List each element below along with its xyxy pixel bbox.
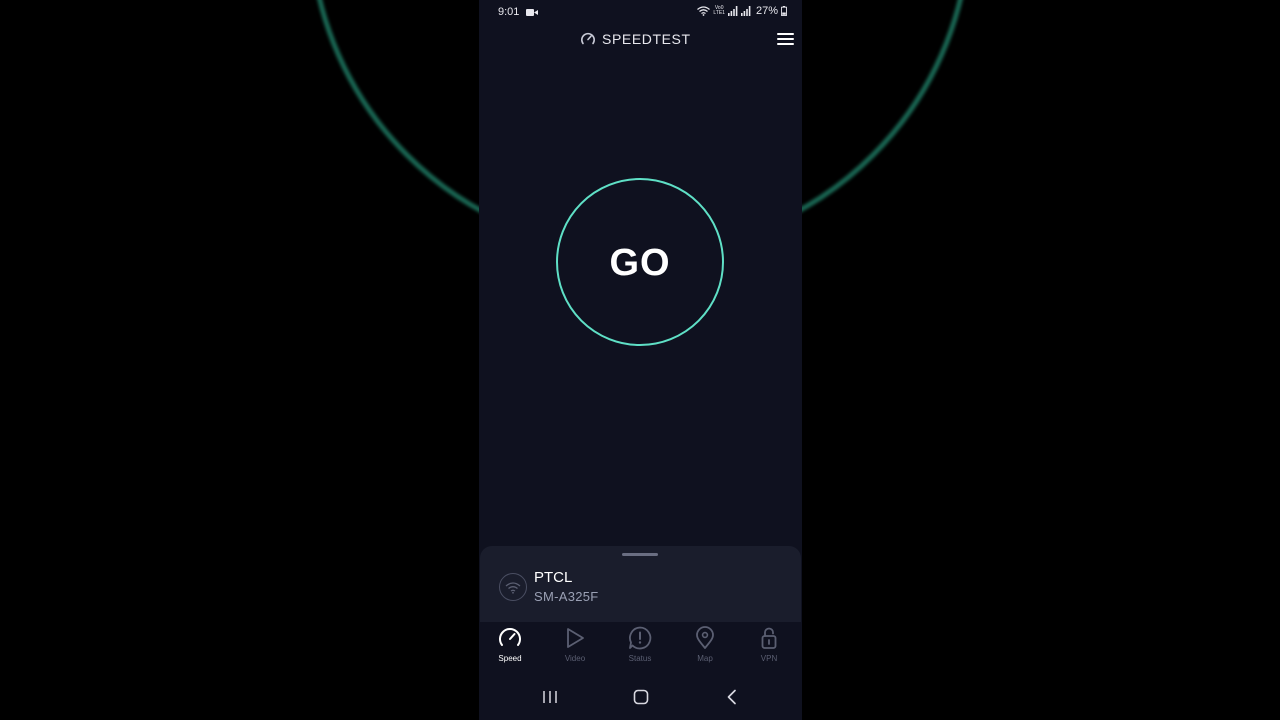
nav-item-video[interactable]: Video <box>545 626 605 672</box>
battery-percent: 27% <box>755 5 778 17</box>
alert-icon <box>629 626 652 650</box>
speedometer-icon <box>499 628 521 646</box>
go-button[interactable]: GO <box>556 178 724 346</box>
status-bar: 9:01 Vo0 LTE1 27% <box>479 0 802 26</box>
sheet-drag-handle[interactable] <box>622 553 658 556</box>
bottom-nav: Speed Video Status Map VPN <box>479 622 802 674</box>
back-icon <box>727 689 736 705</box>
home-button[interactable] <box>629 686 653 708</box>
app-title: SPEEDTEST <box>602 31 691 47</box>
wifi-status-icon <box>697 6 711 16</box>
back-button[interactable] <box>720 686 744 708</box>
screen-record-icon <box>526 9 538 16</box>
play-icon <box>567 628 584 648</box>
unlock-icon <box>761 627 777 649</box>
recent-apps-icon <box>543 691 557 703</box>
status-icons: Vo0 LTE1 27% <box>697 5 787 17</box>
volte-indicator: Vo0 LTE1 <box>713 6 725 16</box>
go-label: GO <box>609 241 671 284</box>
recent-apps-button[interactable] <box>538 686 562 708</box>
system-nav-bar <box>479 674 802 720</box>
nav-label-map: Map <box>697 654 713 663</box>
app-header: SPEEDTEST <box>479 28 802 52</box>
map-pin-icon <box>696 626 714 649</box>
nav-item-map[interactable]: Map <box>675 626 735 672</box>
signal-icon-2 <box>740 6 751 16</box>
device-name: SM-A325F <box>534 589 599 604</box>
nav-label-vpn: VPN <box>760 654 778 663</box>
home-icon <box>633 689 649 705</box>
volte-bottom: LTE1 <box>713 10 725 16</box>
connection-sheet[interactable]: PTCL SM-A325F <box>480 546 801 622</box>
isp-name: PTCL <box>534 569 573 586</box>
nav-label-speed: Speed <box>498 654 522 663</box>
nav-label-video: Video <box>564 654 586 663</box>
status-time: 9:01 <box>498 6 520 18</box>
speedometer-icon <box>581 32 595 45</box>
wifi-icon <box>499 573 527 601</box>
signal-icon-1 <box>727 6 738 16</box>
nav-item-speed[interactable]: Speed <box>480 626 540 672</box>
battery-icon <box>781 6 787 16</box>
nav-label-status: Status <box>628 654 652 663</box>
brand: SPEEDTEST <box>580 31 691 47</box>
phone-screen: 9:01 Vo0 LTE1 27% SPEEDTEST GO PTCL SM-A… <box>479 0 802 720</box>
hamburger-menu-icon[interactable] <box>776 30 796 50</box>
nav-item-status[interactable]: Status <box>610 626 670 672</box>
nav-item-vpn[interactable]: VPN <box>739 626 799 672</box>
